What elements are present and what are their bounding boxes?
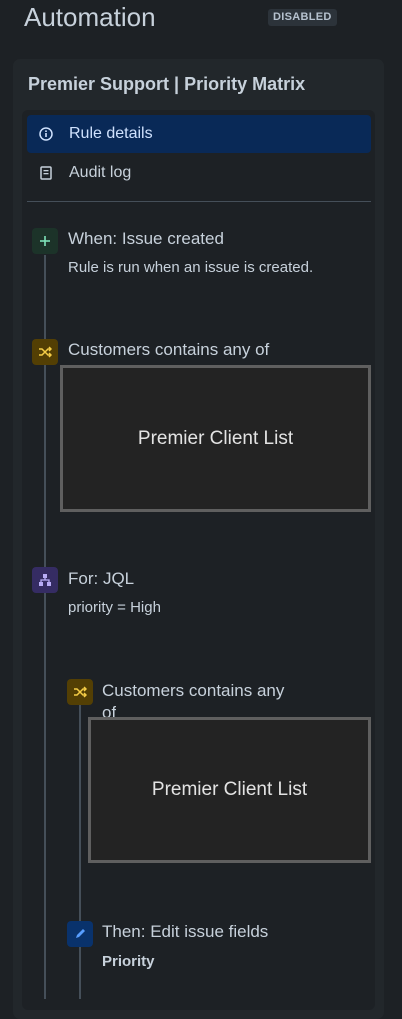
client-list-value: Premier Client List [60,365,371,512]
rule-name: Premier Support | Priority Matrix [28,74,306,94]
trigger-title[interactable]: When: Issue created [68,229,224,249]
plus-icon[interactable] [32,228,58,254]
trigger-description: Rule is run when an issue is created. [68,259,314,276]
client-list-label: Premier Client List [137,427,294,449]
action-title[interactable]: Then: Edit issue fields [102,922,268,942]
hierarchy-icon[interactable] [32,567,58,593]
status-badge: DISABLED [268,9,337,26]
pencil-icon[interactable] [67,921,93,947]
nav-item-label: Rule details [69,125,153,142]
branch-title[interactable]: For: JQL [68,569,134,589]
nav-item-audit-log[interactable]: Audit log [27,154,371,192]
client-list-label: Premier Client List [151,779,308,800]
document-icon [39,166,53,180]
condition-title[interactable]: Customers contains any of [68,340,269,360]
nav-item-rule-details[interactable]: Rule details [27,115,371,153]
shuffle-icon[interactable] [67,679,93,705]
shuffle-icon[interactable] [32,339,58,365]
page-title: Automation [24,2,156,32]
divider [27,201,371,202]
nav-item-label: Audit log [69,164,132,181]
flow-connector [44,255,46,999]
nested-condition-title[interactable]: Customers contains any [102,681,284,701]
info-icon [39,127,53,141]
client-list-value: Premier Client List [88,717,371,863]
branch-description: priority = High [68,599,161,616]
branch-connector [79,704,81,999]
action-field: Priority [102,953,155,970]
